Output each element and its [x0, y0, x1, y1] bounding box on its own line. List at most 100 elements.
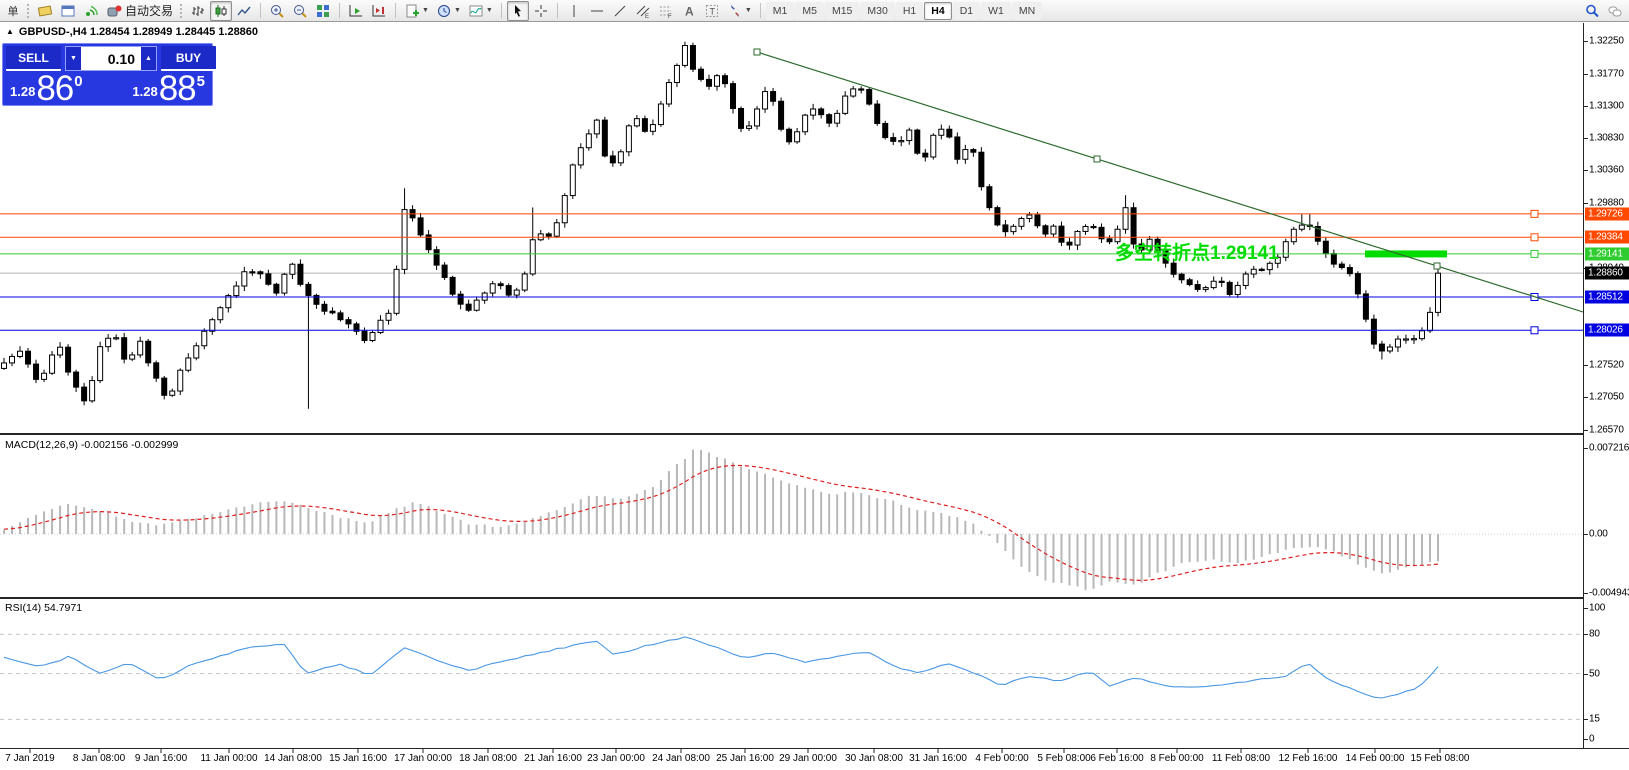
panel-divider-rsi[interactable]: [0, 597, 1629, 599]
axis-tick-mark: [1584, 739, 1588, 740]
time-axis[interactable]: 7 Jan 20198 Jan 08:009 Jan 16:0011 Jan 0…: [0, 751, 1583, 769]
collapse-panel-icon[interactable]: ▲: [6, 27, 14, 36]
chart-title: ▲ GBPUSD-,H4 1.28454 1.28949 1.28445 1.28…: [6, 26, 258, 38]
tab-timeframe-M15[interactable]: M15: [825, 2, 859, 20]
axis-tick-mark: [1584, 74, 1588, 75]
arrows-button[interactable]: ▼: [724, 1, 755, 21]
tab-timeframe-M30[interactable]: M30: [860, 2, 894, 20]
periods-button[interactable]: ▼: [433, 1, 464, 21]
price-level-badge: 1.29141: [1585, 247, 1629, 260]
time-tick-label: 17 Jan 00:00: [394, 753, 452, 764]
line-chart-button[interactable]: [233, 1, 255, 21]
tab-timeframe-MN[interactable]: MN: [1012, 2, 1042, 20]
buy-price: 1.28885: [132, 71, 205, 105]
price-tick-label: 1.32250: [1589, 36, 1624, 47]
time-tick-label: 30 Jan 08:00: [845, 753, 903, 764]
horizontal-line-button[interactable]: [586, 1, 608, 21]
macd-indicator-label: MACD(12,26,9) -0.002156 -0.002999: [5, 439, 178, 451]
tab-timeframe-M1[interactable]: M1: [766, 2, 795, 20]
tab-timeframe-H4[interactable]: H4: [924, 2, 951, 20]
volume-group: ▼ ▲: [65, 46, 157, 71]
cursor-button[interactable]: [507, 1, 529, 21]
text-label-icon: T: [704, 3, 720, 19]
autotrading-button[interactable]: 自动交易: [103, 1, 176, 21]
volume-increase-button[interactable]: ▲: [141, 47, 156, 70]
zoom-out-button[interactable]: [289, 1, 311, 21]
buy-price-prefix: 1.28: [132, 84, 157, 99]
price-axis[interactable]: 1.322501.317701.313001.308301.303601.298…: [1584, 23, 1629, 748]
price-tick-label: 1.26570: [1589, 425, 1624, 436]
bar-chart-button[interactable]: [187, 1, 209, 21]
zoom-out-icon: [292, 3, 308, 19]
search-button[interactable]: [1581, 1, 1603, 21]
toolbar-separator: [339, 3, 340, 18]
axis-tick-mark: [1584, 365, 1588, 366]
hline-1.28026[interactable]: [0, 327, 1583, 334]
axis-tick-mark: [1584, 397, 1588, 398]
line-chart-icon: [236, 3, 252, 19]
axis-tick-mark: [1584, 138, 1588, 139]
auto-scroll-icon: [348, 3, 364, 19]
autotrading-icon: [106, 3, 122, 19]
hline-1.29726[interactable]: [0, 210, 1583, 217]
new-template-button[interactable]: ▼: [401, 1, 432, 21]
rsi-indicator-label: RSI(14) 54.7971: [5, 602, 82, 614]
crosshair-button[interactable]: [530, 1, 552, 21]
text-a-icon: A: [681, 3, 697, 19]
time-tick-label: 18 Jan 08:00: [459, 753, 517, 764]
channel-button[interactable]: E: [632, 1, 654, 21]
time-tick-label: 31 Jan 16:00: [909, 753, 967, 764]
tab-timeframe-M5[interactable]: M5: [795, 2, 824, 20]
hline-1.29141[interactable]: [0, 250, 1583, 257]
toolbar-drag-handle: [180, 4, 183, 18]
indicators-button[interactable]: ▼: [465, 1, 496, 21]
time-tick-label: 14 Jan 08:00: [264, 753, 322, 764]
text-button[interactable]: A: [678, 1, 700, 21]
chart-canvas[interactable]: [0, 0, 1583, 770]
time-tick-label: 9 Jan 16:00: [135, 753, 187, 764]
toolbar-drag-handle: [27, 4, 30, 18]
trendline-button[interactable]: [609, 1, 631, 21]
volume-input[interactable]: [81, 47, 141, 70]
chart-annotation-text[interactable]: 多空转折点1.29141: [1115, 238, 1279, 265]
text-label-button[interactable]: T: [701, 1, 723, 21]
tab-timeframe-W1[interactable]: W1: [981, 2, 1011, 20]
macd-tick-label: 0.007216: [1589, 443, 1629, 454]
tab-timeframe-D1[interactable]: D1: [953, 2, 980, 20]
chat-button[interactable]: [1604, 1, 1626, 21]
axis-tick-mark: [1584, 634, 1588, 635]
price-level-badge: 1.28026: [1585, 324, 1629, 337]
panel-divider-macd[interactable]: [0, 433, 1629, 435]
signals-button[interactable]: [80, 1, 102, 21]
chart-shift-icon: [371, 3, 387, 19]
time-tick-label: 29 Jan 00:00: [779, 753, 837, 764]
buy-price-big: 88: [159, 73, 196, 105]
rsi-tick-label: 0: [1589, 734, 1594, 745]
dropdown-caret-icon: ▼: [454, 7, 461, 14]
tab-timeframe-H1[interactable]: H1: [896, 2, 923, 20]
template-icon: [404, 3, 420, 19]
time-tick-label: 8 Jan 08:00: [73, 753, 125, 764]
candlestick-chart-button[interactable]: [210, 1, 232, 21]
quote-line: GBPUSD-,H4 1.28454 1.28949 1.28445 1.288…: [19, 26, 258, 38]
auto-scroll-button[interactable]: [345, 1, 367, 21]
tile-windows-button[interactable]: [312, 1, 334, 21]
new-order-button[interactable]: 单: [3, 1, 23, 21]
fibonacci-button[interactable]: F: [655, 1, 677, 21]
sell-button[interactable]: SELL: [6, 46, 61, 71]
buy-button[interactable]: BUY: [161, 46, 216, 71]
chart-shift-button[interactable]: [368, 1, 390, 21]
order-ticket-button[interactable]: [34, 1, 56, 21]
vertical-line-button[interactable]: [563, 1, 585, 21]
candles-layer: [2, 42, 1441, 409]
main-toolbar: 单 自动交易 ▼ ▼: [0, 0, 1629, 22]
rsi-line: [4, 637, 1438, 698]
trendline[interactable]: [754, 49, 1583, 312]
axis-tick-mark: [1584, 430, 1588, 431]
volume-decrease-button[interactable]: ▼: [66, 47, 81, 70]
one-click-trading-panel: SELL ▼ ▲ BUY 1.28860 1.28885: [2, 43, 213, 106]
time-tick-label: 7 Jan 2019: [5, 753, 55, 764]
market-watch-button[interactable]: [57, 1, 79, 21]
zoom-in-button[interactable]: [266, 1, 288, 21]
time-tick-label: 25 Jan 16:00: [716, 753, 774, 764]
